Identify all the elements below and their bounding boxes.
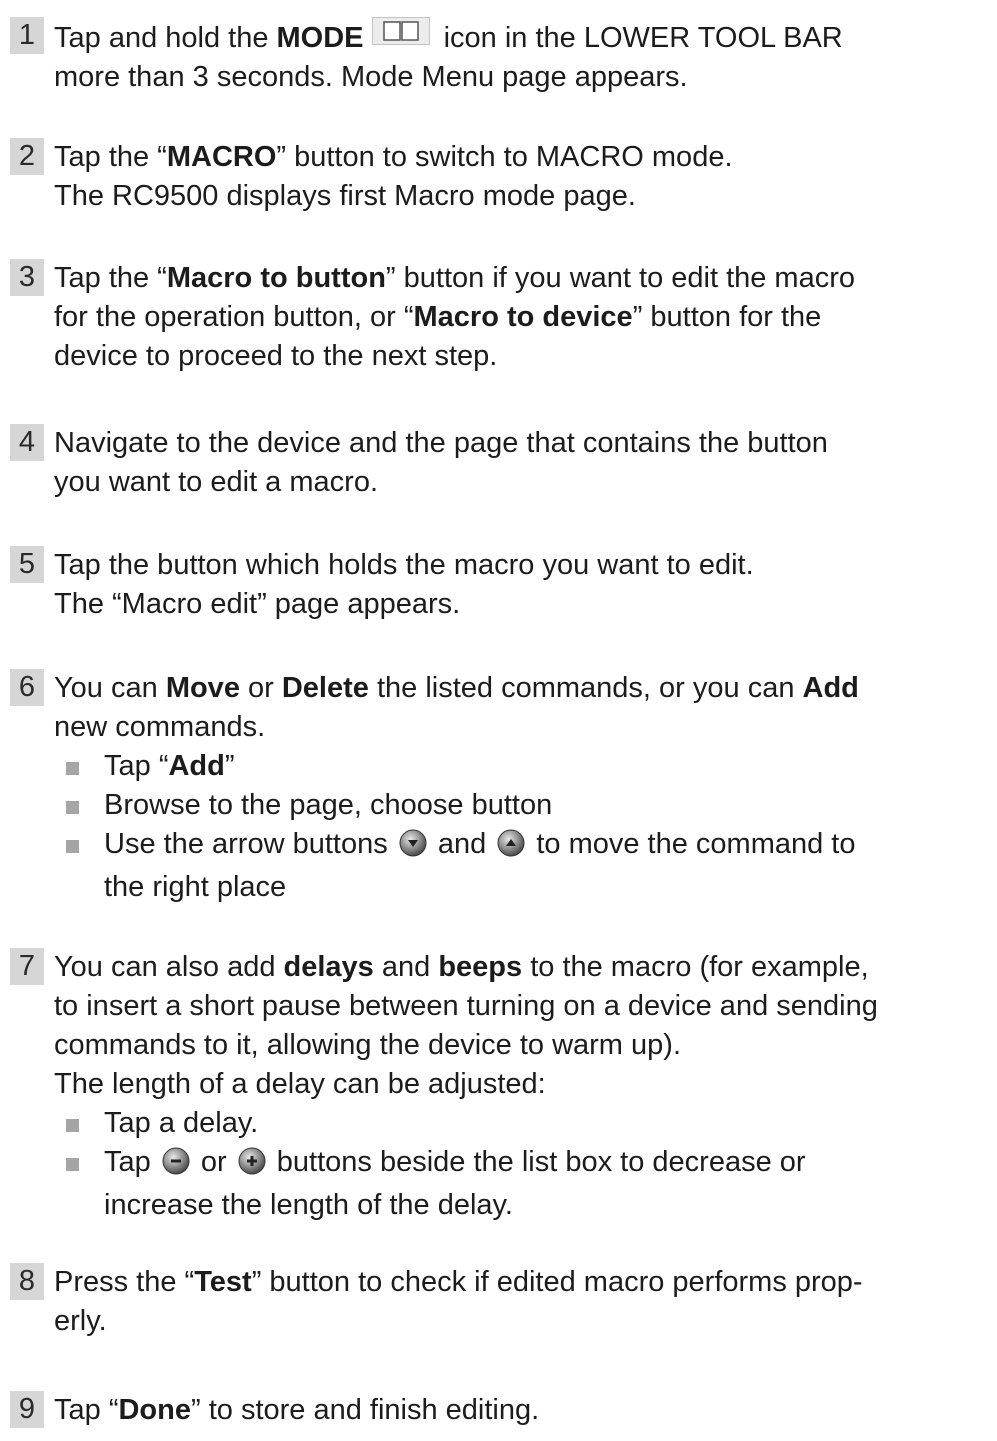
step-7: 7 You can also add delays and beeps to t… — [10, 948, 990, 1225]
step-number: 4 — [10, 424, 44, 461]
step-5: 5 Tap the button which holds the macro y… — [10, 546, 990, 624]
step-2: 2 Tap the “MACRO” button to switch to MA… — [10, 138, 990, 216]
step-8: 8 Press the “Test” button to check if ed… — [10, 1263, 990, 1341]
plus-circle-icon — [238, 1147, 266, 1186]
step-number: 1 — [10, 17, 44, 54]
bullet-item: Tap a delay. — [54, 1104, 990, 1143]
bullet-square — [66, 801, 79, 814]
bullet-item: Tap or buttons beside the list box to de… — [54, 1143, 990, 1186]
step-number: 2 — [10, 138, 44, 175]
step-text: Tap the “MACRO” button to switch to MACR… — [54, 141, 733, 212]
step-4: 4 Navigate to the device and the page th… — [10, 424, 990, 502]
step-text: You can Move or Delete the listed comman… — [54, 669, 990, 907]
step-9: 9 Tap “Done” to store and finish editing… — [10, 1391, 990, 1430]
bullet-item: Browse to the page, choose button — [54, 786, 990, 825]
step-text: Tap the “Macro to button” button if you … — [54, 262, 856, 372]
step-text: Tap “Done” to store and finish editing. — [54, 1394, 540, 1426]
bullet-item: Tap “Add” — [54, 747, 990, 786]
bullet-square — [66, 1158, 79, 1171]
step-1: 1 Tap and hold the MODE icon in the LOWE… — [10, 17, 990, 97]
bullet-square — [66, 1119, 79, 1132]
step-3: 3 Tap the “Macro to button” button if yo… — [10, 259, 990, 376]
step-number: 6 — [10, 669, 44, 706]
step-number: 8 — [10, 1263, 44, 1300]
bullet-item: Use the arrow buttons and to move the co… — [54, 825, 990, 868]
step-number: 3 — [10, 259, 44, 296]
step-number: 7 — [10, 948, 44, 985]
step-6: 6 You can Move or Delete the listed comm… — [10, 669, 990, 907]
step-text: Navigate to the device and the page that… — [54, 427, 828, 498]
step-text: Press the “Test” button to check if edit… — [54, 1266, 863, 1337]
step-text: Tap and hold the MODE icon in the LOWER … — [54, 17, 990, 97]
mode-book-icon — [371, 17, 430, 56]
minus-circle-icon — [162, 1147, 190, 1186]
step-number: 9 — [10, 1391, 44, 1428]
arrow-up-circle-icon — [497, 829, 525, 868]
arrow-down-circle-icon — [399, 829, 427, 868]
step-text: Tap the button which holds the macro you… — [54, 549, 754, 620]
step-number: 5 — [10, 546, 44, 583]
bullet-square — [66, 840, 79, 853]
step-text: You can also add delays and beeps to the… — [54, 948, 990, 1225]
bullet-square — [66, 762, 79, 775]
